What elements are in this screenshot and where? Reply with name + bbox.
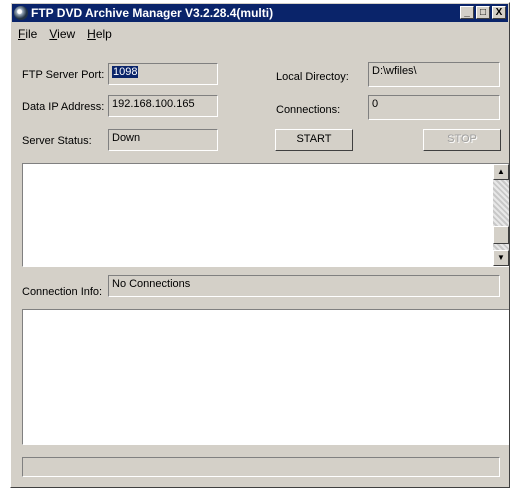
status-label: Server Status: [22, 135, 92, 147]
log-area[interactable]: ▲ ▼ [22, 163, 509, 267]
port-field[interactable]: 1098 [108, 63, 218, 85]
local-dir-label: Local Directoy: [276, 71, 349, 83]
start-button[interactable]: START [275, 129, 353, 151]
minimize-button[interactable]: _ [460, 6, 474, 19]
close-button[interactable]: X [492, 6, 506, 19]
connections-label: Connections: [276, 104, 341, 116]
main-window: FTP DVD Archive Manager V3.2.28.4(multi)… [10, 2, 510, 488]
menu-bar: File View Help [13, 25, 117, 43]
port-label: FTP Server Port: [22, 69, 105, 81]
menu-view[interactable]: View [44, 25, 80, 43]
title-bar[interactable]: FTP DVD Archive Manager V3.2.28.4(multi)… [12, 4, 508, 22]
window-title: FTP DVD Archive Manager V3.2.28.4(multi) [31, 6, 274, 20]
status-bar [22, 457, 500, 477]
scroll-down-button[interactable]: ▼ [493, 250, 509, 266]
stop-button[interactable]: STOP [423, 129, 501, 151]
maximize-button[interactable]: □ [476, 6, 490, 19]
window-controls: _ □ X [460, 6, 506, 19]
connections-list[interactable] [22, 309, 509, 445]
scroll-up-button[interactable]: ▲ [493, 164, 509, 180]
connection-info-field: No Connections [108, 275, 500, 297]
connections-field: 0 [368, 95, 500, 120]
menu-help[interactable]: Help [82, 25, 117, 43]
connection-info-label: Connection Info: [22, 286, 103, 298]
local-dir-field: D:\wfiles\ [368, 62, 500, 87]
port-value: 1098 [112, 66, 139, 78]
menu-file[interactable]: File [13, 25, 42, 43]
dvd-app-icon [14, 6, 28, 20]
ip-label: Data IP Address: [22, 101, 105, 113]
ip-field: 192.168.100.165 [108, 95, 218, 117]
scroll-thumb[interactable] [493, 226, 509, 244]
status-field: Down [108, 129, 218, 151]
log-scrollbar[interactable]: ▲ ▼ [493, 164, 509, 266]
